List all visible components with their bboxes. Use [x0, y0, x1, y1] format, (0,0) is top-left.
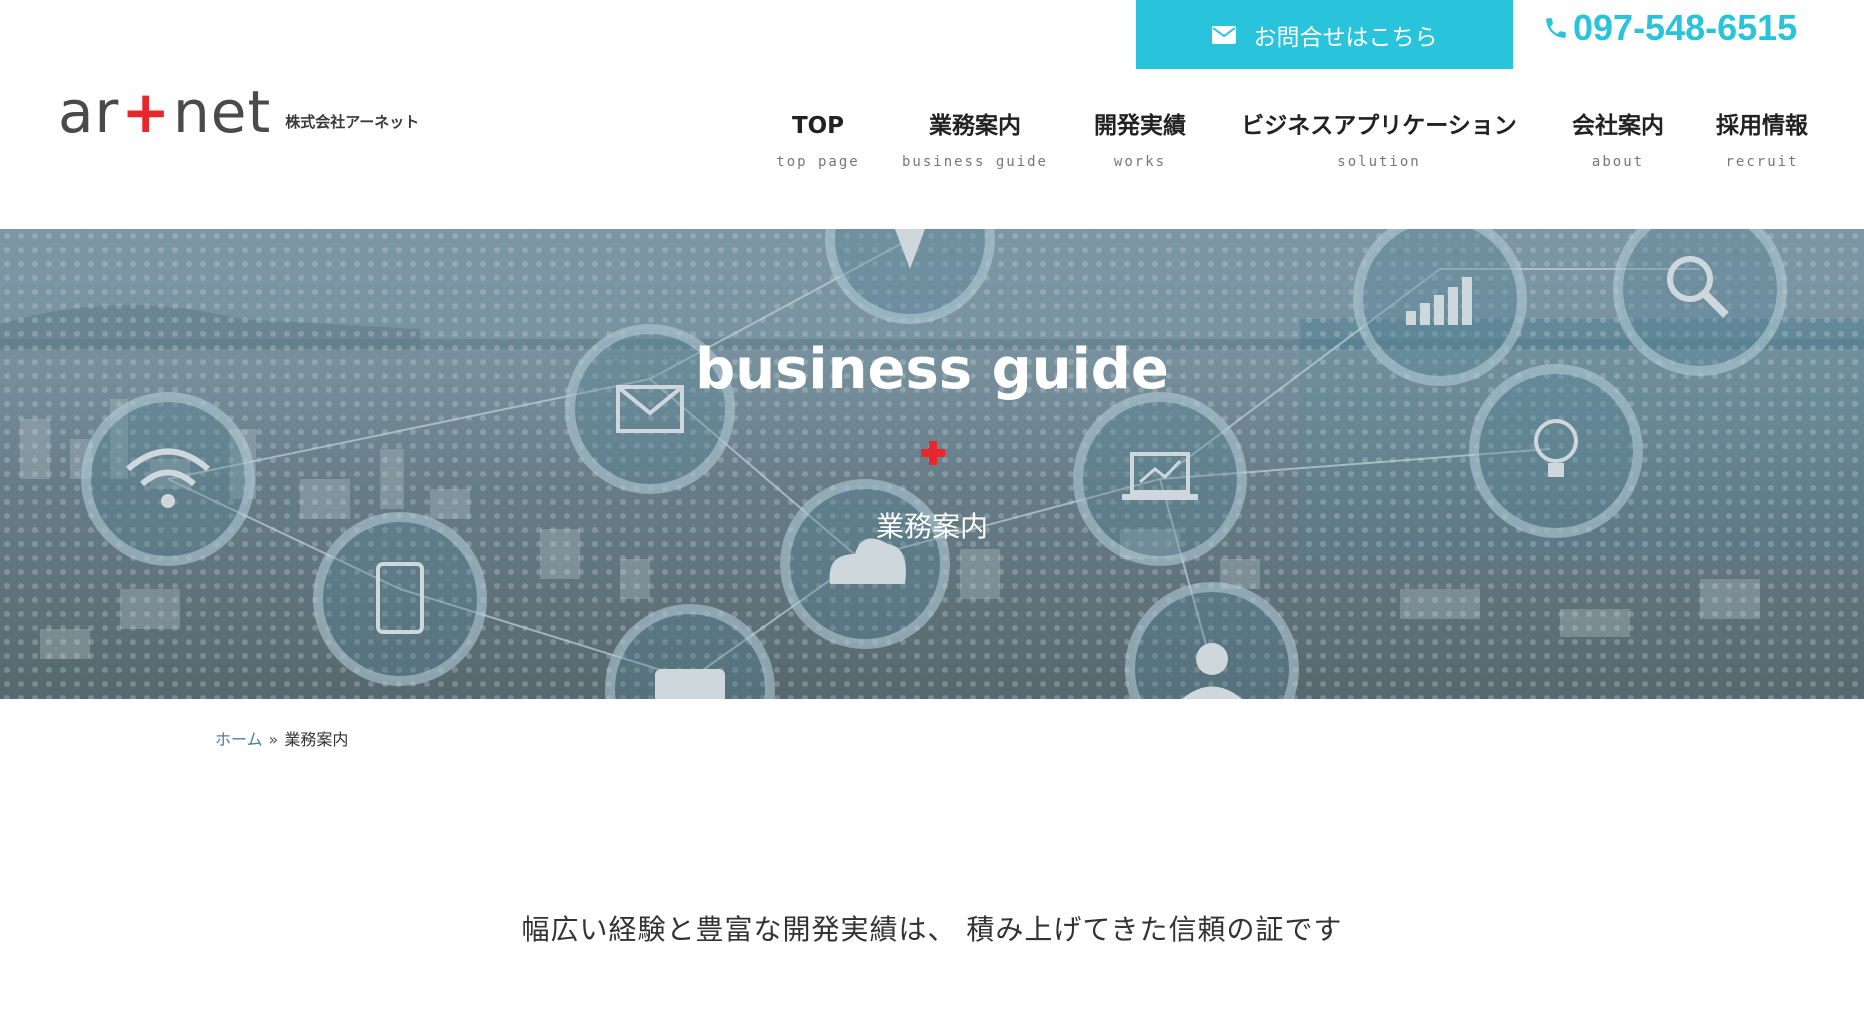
nav-label: 開発実績 — [1094, 113, 1186, 139]
nav-item-works[interactable]: 開発実績 works — [1088, 108, 1192, 170]
nav-item-about[interactable]: 会社案内 about — [1566, 108, 1670, 170]
breadcrumb-current: 業務案内 — [284, 730, 349, 749]
mail-icon — [1211, 25, 1236, 44]
nav-sublabel: top page — [776, 154, 860, 170]
page: お問合せはこちら 097-548-6515 ar + net 株式会社アーネット T… — [0, 0, 1864, 1028]
nav-sublabel: about — [1591, 154, 1645, 170]
nav-item-solution[interactable]: ビジネスアプリケーション solution — [1232, 108, 1526, 170]
nav-label: TOP — [791, 113, 845, 139]
nav-sublabel: business guide — [901, 154, 1048, 170]
phone-number-text: 097-548-6515 — [1573, 7, 1798, 48]
main-nav: TOP top page 業務案内 business guide 開発実績 wo… — [0, 108, 1864, 188]
breadcrumb-home-link[interactable]: ホーム — [215, 730, 263, 749]
breadcrumb-separator: » — [268, 730, 279, 749]
hero-subtitle: 業務案内 — [875, 510, 988, 543]
nav-item-recruit[interactable]: 採用情報 recruit — [1710, 108, 1814, 170]
hero-title: business guide — [695, 337, 1169, 402]
nav-sublabel: works — [1113, 154, 1167, 170]
hero-banner: business guide 業務案内 — [0, 229, 1864, 699]
contact-button-label: お問合せはこちら — [1253, 24, 1438, 51]
nav-sublabel: recruit — [1725, 154, 1799, 170]
nav-label: 採用情報 — [1716, 113, 1808, 139]
nav-item-business-guide[interactable]: 業務案内 business guide — [900, 108, 1050, 170]
nav-sublabel: solution — [1337, 154, 1421, 170]
red-plus-icon — [921, 441, 945, 465]
breadcrumb: ホーム » 業務案内 — [215, 726, 348, 750]
lead-text: 幅広い経験と豊富な開発実績は、 積み上げてきた信頼の証です — [521, 913, 1343, 946]
site-header: お問合せはこちら 097-548-6515 ar + net 株式会社アーネット T… — [0, 0, 1864, 229]
phone-number[interactable]: 097-548-6515 — [1543, 4, 1797, 52]
nav-label: ビジネスアプリケーション — [1241, 113, 1517, 139]
phone-icon — [1546, 18, 1566, 38]
nav-item-top[interactable]: TOP top page — [768, 108, 868, 170]
contact-button[interactable]: お問合せはこちら — [1136, 0, 1513, 69]
nav-label: 会社案内 — [1572, 113, 1664, 139]
nav-label: 業務案内 — [929, 113, 1021, 139]
